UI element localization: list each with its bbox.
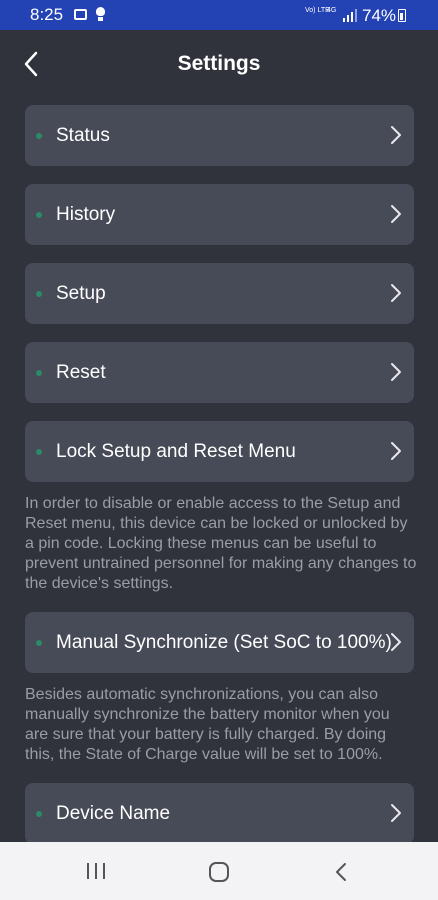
status-dot (36, 449, 42, 455)
menu-item-label: Lock Setup and Reset Menu (56, 441, 296, 462)
nav-back-icon[interactable] (334, 862, 348, 882)
status-dot (36, 811, 42, 817)
menu-item-reset[interactable]: Reset (25, 342, 414, 403)
chevron-right-icon (391, 633, 401, 651)
menu-item-setup[interactable]: Setup (25, 263, 414, 324)
recent-apps-icon[interactable] (85, 862, 107, 880)
chevron-right-icon (391, 205, 401, 223)
menu-item-label: Manual Synchronize (Set SoC to 100%) (56, 632, 392, 653)
app-header: Settings (0, 30, 438, 100)
chevron-right-icon (391, 363, 401, 381)
menu-item-device-name[interactable]: Device Name (25, 783, 414, 844)
signal-icon (343, 9, 357, 22)
status-dot (36, 212, 42, 218)
chevron-right-icon (391, 126, 401, 144)
chevron-right-icon (391, 804, 401, 822)
sync-description: Besides automatic synchronizations, you … (25, 686, 390, 763)
status-dot (36, 133, 42, 139)
status-dot (36, 640, 42, 646)
menu-item-label: Device Name (56, 803, 171, 824)
chevron-right-icon (391, 442, 401, 460)
menu-item-manual-sync[interactable]: Manual Synchronize (Set SoC to 100%) (25, 612, 414, 673)
menu-item-label: Setup (56, 283, 106, 304)
status-dot (36, 291, 42, 297)
menu-item-label: Reset (56, 362, 106, 383)
page-title: Settings (177, 52, 261, 75)
lock-description: In order to disable or enable access to … (25, 495, 417, 592)
bulb-icon (96, 7, 105, 21)
menu-item-history[interactable]: History (25, 184, 414, 245)
status-bar: 8:25 Vo) LTE 4G 74% (0, 0, 438, 30)
network-indicator: 4G (327, 7, 337, 14)
menu-item-label: Status (56, 125, 110, 146)
status-dot (36, 370, 42, 376)
battery-icon (398, 9, 406, 22)
system-nav-bar (0, 842, 438, 900)
battery-percent: 74% (362, 6, 397, 25)
menu-item-status[interactable]: Status (25, 105, 414, 166)
menu-item-lock-setup[interactable]: Lock Setup and Reset Menu (25, 421, 414, 482)
gallery-icon (74, 9, 87, 20)
menu-item-label: History (56, 204, 116, 225)
home-icon[interactable] (208, 862, 230, 882)
status-time: 8:25 (30, 5, 64, 24)
chevron-right-icon (391, 284, 401, 302)
